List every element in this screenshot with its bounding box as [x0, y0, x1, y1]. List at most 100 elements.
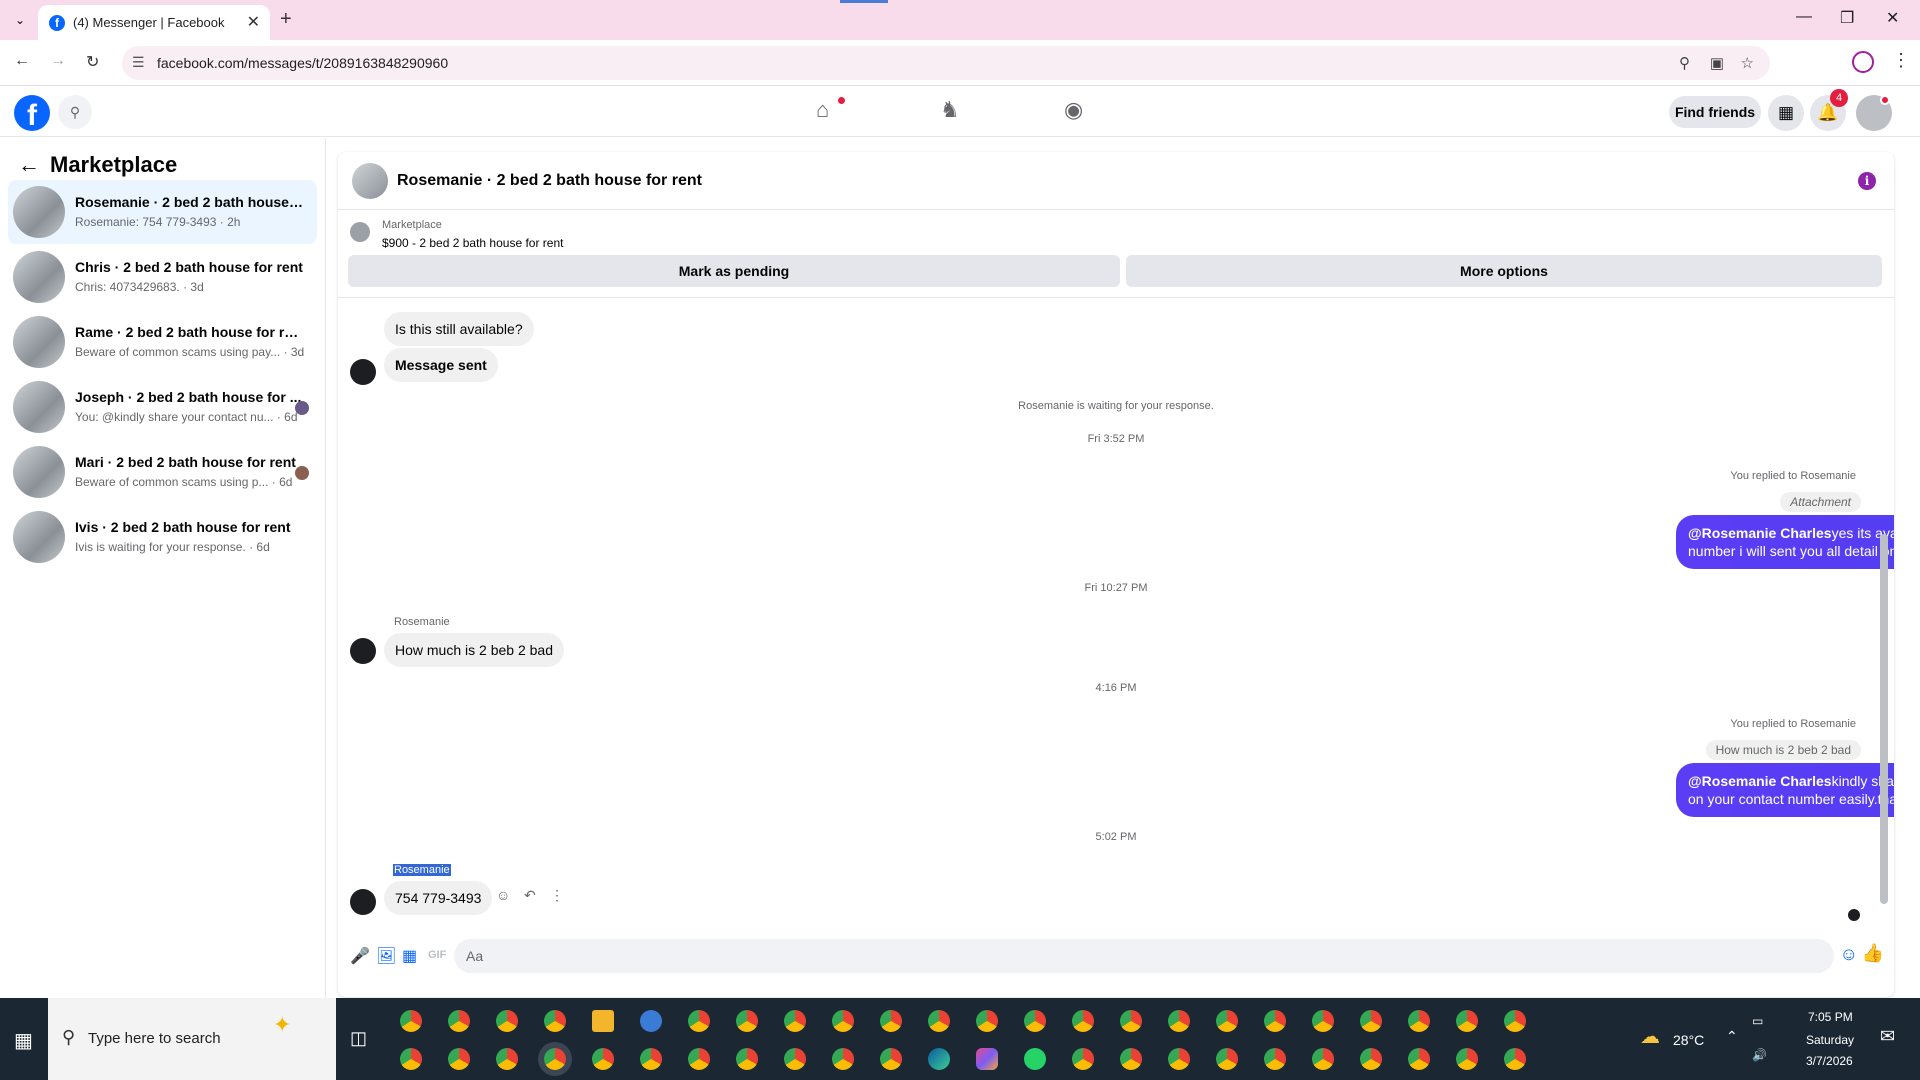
chrome-icon[interactable]	[496, 1010, 518, 1032]
copilot-icon[interactable]	[976, 1048, 998, 1070]
incoming-message[interactable]: Is this still available?	[384, 312, 534, 346]
chrome-icon[interactable]	[688, 1010, 710, 1032]
chrome-active-icon[interactable]	[544, 1048, 566, 1070]
conversation-item-rame[interactable]: Rame · 2 bed 2 bath house for rent Bewar…	[8, 310, 317, 374]
zoom-icon[interactable]: ⚲	[1679, 54, 1690, 72]
chrome-icon[interactable]	[448, 1048, 470, 1070]
clock-date[interactable]: 3/7/2026	[1806, 1054, 1853, 1068]
chrome-icon[interactable]	[1360, 1048, 1382, 1070]
clock-time[interactable]: 7:05 PM	[1808, 1010, 1853, 1024]
chrome-icon[interactable]	[1456, 1048, 1478, 1070]
incoming-message[interactable]: How much is 2 beb 2 bad	[384, 633, 564, 667]
chrome-icon[interactable]	[1312, 1048, 1334, 1070]
browser-menu-icon[interactable]: ⋮	[1892, 50, 1910, 71]
chrome-icon[interactable]	[736, 1048, 758, 1070]
chrome-icon[interactable]	[784, 1048, 806, 1070]
conversation-item-chris[interactable]: Chris · 2 bed 2 bath house for rent Chri…	[8, 245, 317, 309]
chrome-icon[interactable]	[1168, 1010, 1190, 1032]
taskbar-search[interactable]: ⚲ Type here to search ✦	[48, 998, 336, 1080]
home-icon[interactable]: ⌂	[816, 97, 829, 123]
emoji-icon[interactable]: ☺	[1840, 944, 1858, 965]
chrome-icon[interactable]	[1120, 1010, 1142, 1032]
chrome-icon[interactable]	[1456, 1010, 1478, 1032]
more-options-button[interactable]: More options	[1126, 255, 1882, 287]
minimize-icon[interactable]: —	[1796, 8, 1812, 26]
chrome-icon[interactable]	[832, 1010, 854, 1032]
sender-avatar[interactable]	[350, 638, 376, 664]
browser-tab-messenger[interactable]: f (4) Messenger | Facebook ✕	[38, 5, 270, 40]
chat-title[interactable]: Rosemanie · 2 bed 2 bath house for rent	[397, 172, 702, 190]
friends-icon[interactable]: ♞	[940, 97, 960, 123]
site-info-icon[interactable]: ☰	[132, 54, 145, 71]
mark-as-pending-button[interactable]: Mark as pending	[348, 255, 1120, 287]
chrome-icon[interactable]	[1264, 1010, 1286, 1032]
chrome-icon[interactable]	[1504, 1048, 1526, 1070]
incoming-message[interactable]: Message sent	[384, 348, 498, 382]
chat-scrollbar[interactable]	[1880, 304, 1888, 914]
chrome-icon[interactable]	[1408, 1048, 1430, 1070]
profile-icon[interactable]	[1852, 51, 1874, 73]
scrollbar-thumb[interactable]	[1880, 534, 1888, 904]
chrome-icon[interactable]	[1168, 1048, 1190, 1070]
chrome-icon[interactable]	[976, 1010, 998, 1032]
mention[interactable]: @Rosemanie Charles	[1688, 525, 1832, 541]
microphone-icon[interactable]: 🎤	[350, 946, 370, 966]
menu-grid-icon[interactable]: ▦	[1768, 95, 1804, 131]
chrome-icon[interactable]	[880, 1048, 902, 1070]
chrome-icon[interactable]	[544, 1010, 566, 1032]
chrome-icon[interactable]	[592, 1048, 614, 1070]
chrome-icon[interactable]	[832, 1048, 854, 1070]
task-view-icon[interactable]: ◫	[350, 1028, 367, 1049]
chrome-icon[interactable]	[880, 1010, 902, 1032]
temperature[interactable]: 28°C	[1673, 1032, 1704, 1048]
windows-start-icon[interactable]: ▦	[14, 1028, 33, 1053]
outgoing-message[interactable]: @Rosemanie Charlesyes its available for …	[1676, 515, 1894, 569]
chrome-icon[interactable]	[1408, 1010, 1430, 1032]
like-thumb-icon[interactable]: 👍	[1862, 943, 1884, 964]
reload-icon[interactable]: ↻	[86, 52, 99, 72]
chrome-icon[interactable]	[1216, 1010, 1238, 1032]
chrome-icon[interactable]	[1264, 1048, 1286, 1070]
sender-avatar[interactable]	[350, 889, 376, 915]
edge-icon[interactable]	[928, 1048, 950, 1070]
outgoing-message[interactable]: @Rosemanie Charleskindly share your cont…	[1676, 763, 1894, 817]
weather-icon[interactable]: ☁	[1640, 1024, 1660, 1049]
groups-icon[interactable]: ◉	[1064, 97, 1083, 123]
forward-icon[interactable]: →	[50, 52, 66, 70]
chrome-icon[interactable]	[448, 1010, 470, 1032]
sticker-icon[interactable]: ▦	[402, 946, 417, 966]
chrome-icon[interactable]	[736, 1010, 758, 1032]
chrome-icon[interactable]	[1312, 1010, 1334, 1032]
gif-icon[interactable]: GIF	[428, 949, 446, 961]
reply-icon[interactable]: ↶	[524, 887, 536, 904]
chrome-icon[interactable]	[400, 1048, 422, 1070]
cast-icon[interactable]: ▣	[1710, 54, 1724, 72]
info-icon[interactable]: i	[1858, 172, 1876, 190]
back-arrow-icon[interactable]: ←	[18, 152, 40, 178]
conversation-item-rosemanie[interactable]: Rosemanie · 2 bed 2 bath house fo... Ros…	[8, 180, 317, 244]
conversation-item-mari[interactable]: Mari · 2 bed 2 bath house for rent Bewar…	[8, 440, 317, 504]
battery-icon[interactable]: ▭	[1752, 1014, 1763, 1028]
chrome-icon[interactable]	[1504, 1010, 1526, 1032]
chrome-icon[interactable]	[400, 1010, 422, 1032]
sender-avatar[interactable]	[350, 359, 376, 385]
chrome-icon[interactable]	[1072, 1010, 1094, 1032]
chrome-icon[interactable]	[688, 1048, 710, 1070]
file-explorer-icon[interactable]	[592, 1010, 614, 1032]
volume-icon[interactable]: 🔊	[1752, 1048, 1767, 1062]
chrome-icon[interactable]	[1360, 1010, 1382, 1032]
search-icon[interactable]: ⚲	[58, 95, 92, 129]
address-bar[interactable]: ☰ facebook.com/messages/t/20891638482909…	[122, 46, 1770, 80]
chrome-icon[interactable]	[496, 1048, 518, 1070]
chrome-icon[interactable]	[1024, 1010, 1046, 1032]
close-window-icon[interactable]: ✕	[1886, 8, 1899, 28]
quoted-attachment[interactable]: Attachment	[1780, 492, 1861, 512]
chrome-icon[interactable]	[1216, 1048, 1238, 1070]
find-friends-button[interactable]: Find friends	[1669, 96, 1761, 128]
photo-icon[interactable]: 🖼	[376, 946, 396, 966]
listing-price[interactable]: $900 - 2 bed 2 bath house for rent	[382, 236, 563, 250]
chrome-icon[interactable]	[1072, 1048, 1094, 1070]
react-icon[interactable]: ☺	[496, 887, 510, 903]
close-tab-icon[interactable]: ✕	[247, 12, 260, 32]
conversation-item-joseph[interactable]: Joseph · 2 bed 2 bath house for ... You:…	[8, 375, 317, 439]
